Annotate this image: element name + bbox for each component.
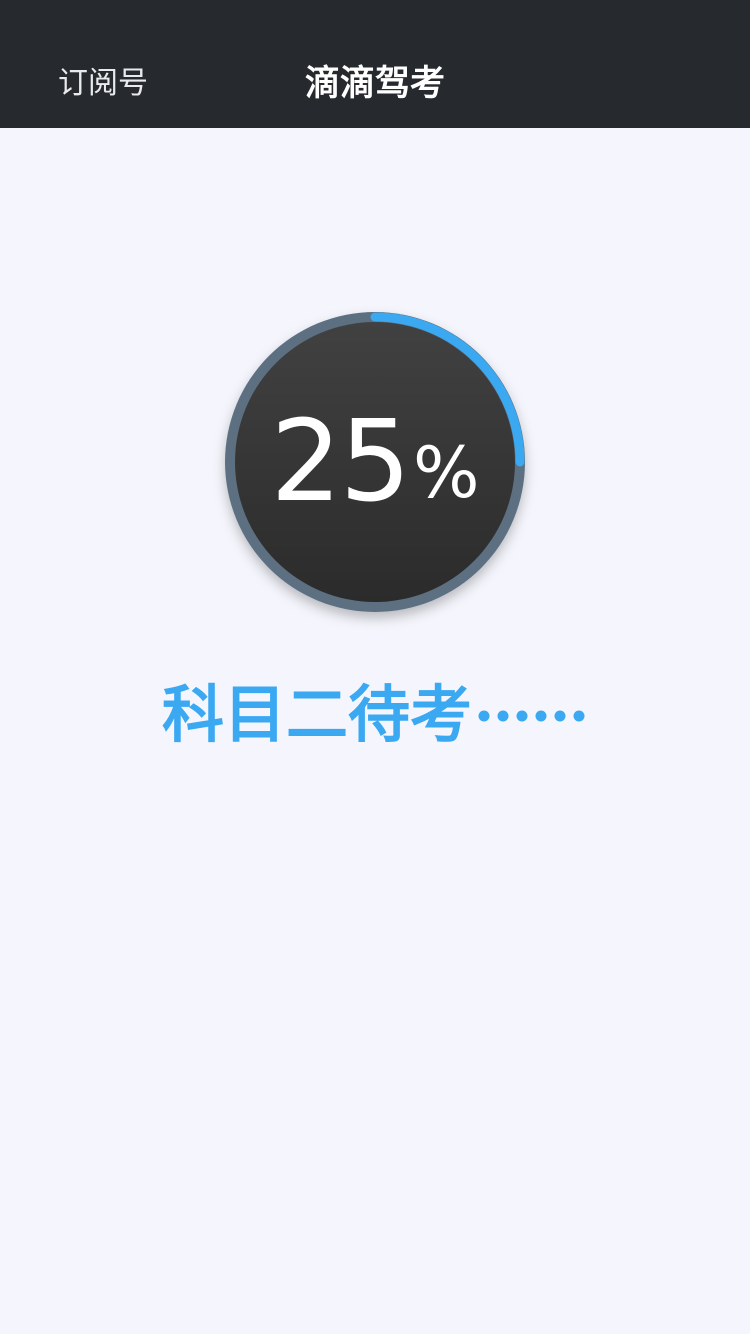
exam-status-text: 科目二待考 xyxy=(161,678,472,751)
progress-percent-value: 25 xyxy=(270,397,411,527)
ellipsis-dot xyxy=(497,710,509,722)
top-navigation-bar: 订阅号 滴滴驾考 xyxy=(0,0,750,128)
ellipsis-dot xyxy=(535,710,547,722)
progress-readout: 25 % xyxy=(225,312,525,612)
exam-status: 科目二待考 xyxy=(0,680,750,750)
progress-percent-unit: % xyxy=(413,432,480,514)
progress-ring: 25 % xyxy=(225,312,525,612)
page-title: 滴滴驾考 xyxy=(304,64,445,104)
ellipsis-dot xyxy=(478,710,490,722)
ellipsis-dots xyxy=(476,680,588,750)
ellipsis-dot xyxy=(573,710,585,722)
ellipsis-dot xyxy=(516,710,528,722)
ellipsis-dot xyxy=(554,710,566,722)
